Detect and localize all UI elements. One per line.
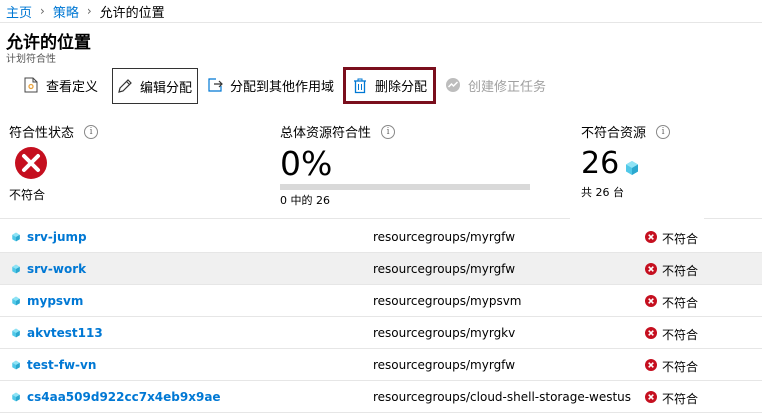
table-row[interactable]: akvtest113 resourcegroups/myrgkv 不符合 <box>0 317 762 349</box>
breadcrumb: 主页 › 策略 › 允许的位置 <box>6 2 165 21</box>
table-row[interactable]: test-fw-vn resourcegroups/myrgfw 不符合 <box>0 349 762 381</box>
compliance-state-value: 不符合 <box>9 188 46 202</box>
overall-compliance-heading: 总体资源符合性 i <box>280 122 396 141</box>
resource-path: resourcegroups/myrgfw <box>373 262 516 276</box>
compliance-status: 不符合 <box>662 264 699 278</box>
chevron-right-icon: › <box>40 4 45 18</box>
compliance-state-label: 符合性状态 <box>9 126 75 141</box>
vm-cube-icon <box>12 296 20 306</box>
error-icon <box>645 295 657 307</box>
resource-name-link[interactable]: cs4aa509d922cc7x4eb9x9ae <box>27 390 221 404</box>
remediation-icon <box>444 76 462 94</box>
breadcrumb-current: 允许的位置 <box>99 5 165 21</box>
error-circle-icon <box>15 147 47 179</box>
breadcrumb-home[interactable]: 主页 <box>6 2 32 21</box>
header-divider <box>0 22 762 23</box>
info-icon[interactable]: i <box>656 124 671 139</box>
resource-list: srv-jump resourcegroups/myrgfw 不符合 srv-w… <box>0 221 762 413</box>
summary-divider <box>704 218 762 219</box>
compliance-status: 不符合 <box>662 296 699 310</box>
resource-name-link[interactable]: srv-work <box>27 262 86 276</box>
summary-divider <box>0 218 570 219</box>
delete-assignment-label: 删除分配 <box>375 80 428 95</box>
resource-path: resourcegroups/cloud-shell-storage-westu… <box>373 390 632 404</box>
compliance-percent: 0% <box>280 144 333 183</box>
page-subtitle: 计划符合性 <box>6 54 56 65</box>
storage-cube-icon <box>12 392 20 402</box>
info-icon[interactable]: i <box>381 124 396 139</box>
compliance-status: 不符合 <box>662 232 699 246</box>
table-row[interactable]: cs4aa509d922cc7x4eb9x9ae resourcegroups/… <box>0 381 762 413</box>
resource-path: resourcegroups/myrgfw <box>373 358 516 372</box>
compliance-status: 不符合 <box>662 392 699 406</box>
pencil-icon <box>116 77 134 95</box>
vm-cube-icon <box>12 264 20 274</box>
error-icon <box>645 263 657 275</box>
edit-assignment-label: 编辑分配 <box>140 80 193 96</box>
chevron-right-icon: › <box>86 4 92 18</box>
document-icon <box>22 76 40 94</box>
table-row[interactable]: srv-work resourcegroups/myrgfw 不符合 <box>0 253 762 285</box>
compliance-progress-bar <box>280 184 530 190</box>
compliance-summary: 符合性状态 i 不符合 总体资源符合性 i 0% 0 中的 26 不符合资源 i… <box>0 118 762 218</box>
assign-other-scope-button[interactable]: 分配到其他作用域 <box>206 70 334 100</box>
view-definition-button[interactable]: 查看定义 <box>22 70 98 100</box>
table-row[interactable]: mypsvm resourcegroups/mypsvm 不符合 <box>0 285 762 317</box>
overall-compliance-label: 总体资源符合性 <box>280 126 372 141</box>
create-remediation-task-label: 创建修正任务 <box>468 79 547 95</box>
export-arrow-icon <box>206 76 224 94</box>
error-icon <box>645 231 657 243</box>
compliance-status: 不符合 <box>662 328 699 342</box>
resource-path: resourcegroups/mypsvm <box>373 294 522 308</box>
edit-assignment-button[interactable]: 编辑分配 <box>112 68 198 104</box>
resource-name-link[interactable]: akvtest113 <box>27 326 103 340</box>
resource-name-link[interactable]: srv-jump <box>27 230 87 244</box>
noncompliant-caption: 共 26 台 <box>581 186 624 199</box>
assign-other-scope-label: 分配到其他作用域 <box>230 79 335 95</box>
resource-name-link[interactable]: test-fw-vn <box>27 358 96 372</box>
compliance-state-heading: 符合性状态 i <box>9 122 99 141</box>
breadcrumb-policy[interactable]: 策略 <box>53 2 79 21</box>
create-remediation-task-button[interactable]: 创建修正任务 <box>444 70 546 100</box>
compliance-caption: 0 中的 26 <box>280 194 330 207</box>
trash-icon <box>351 77 369 95</box>
noncompliant-resources-heading: 不符合资源 i <box>581 122 671 141</box>
command-bar: 查看定义 编辑分配 分配到其他作用域 删除分配 创建修正任务 <box>0 66 762 106</box>
compliance-status: 不符合 <box>662 360 699 374</box>
resource-path: resourcegroups/myrgfw <box>373 230 516 244</box>
noncompliant-count: 26 <box>581 146 620 181</box>
view-definition-label: 查看定义 <box>46 79 99 95</box>
table-row[interactable]: srv-jump resourcegroups/myrgfw 不符合 <box>0 221 762 253</box>
error-icon <box>645 359 657 371</box>
noncompliant-resources-label: 不符合资源 <box>581 126 647 141</box>
info-icon[interactable]: i <box>84 124 99 139</box>
delete-assignment-button[interactable]: 删除分配 <box>343 67 436 104</box>
vm-cube-icon <box>12 328 20 338</box>
vm-cube-icon <box>12 232 20 242</box>
resource-name-link[interactable]: mypsvm <box>27 294 83 308</box>
resource-path: resourcegroups/myrgkv <box>373 326 516 340</box>
cube-icon <box>626 161 638 175</box>
error-icon <box>645 327 657 339</box>
vm-cube-icon <box>12 360 20 370</box>
error-icon <box>645 391 657 403</box>
